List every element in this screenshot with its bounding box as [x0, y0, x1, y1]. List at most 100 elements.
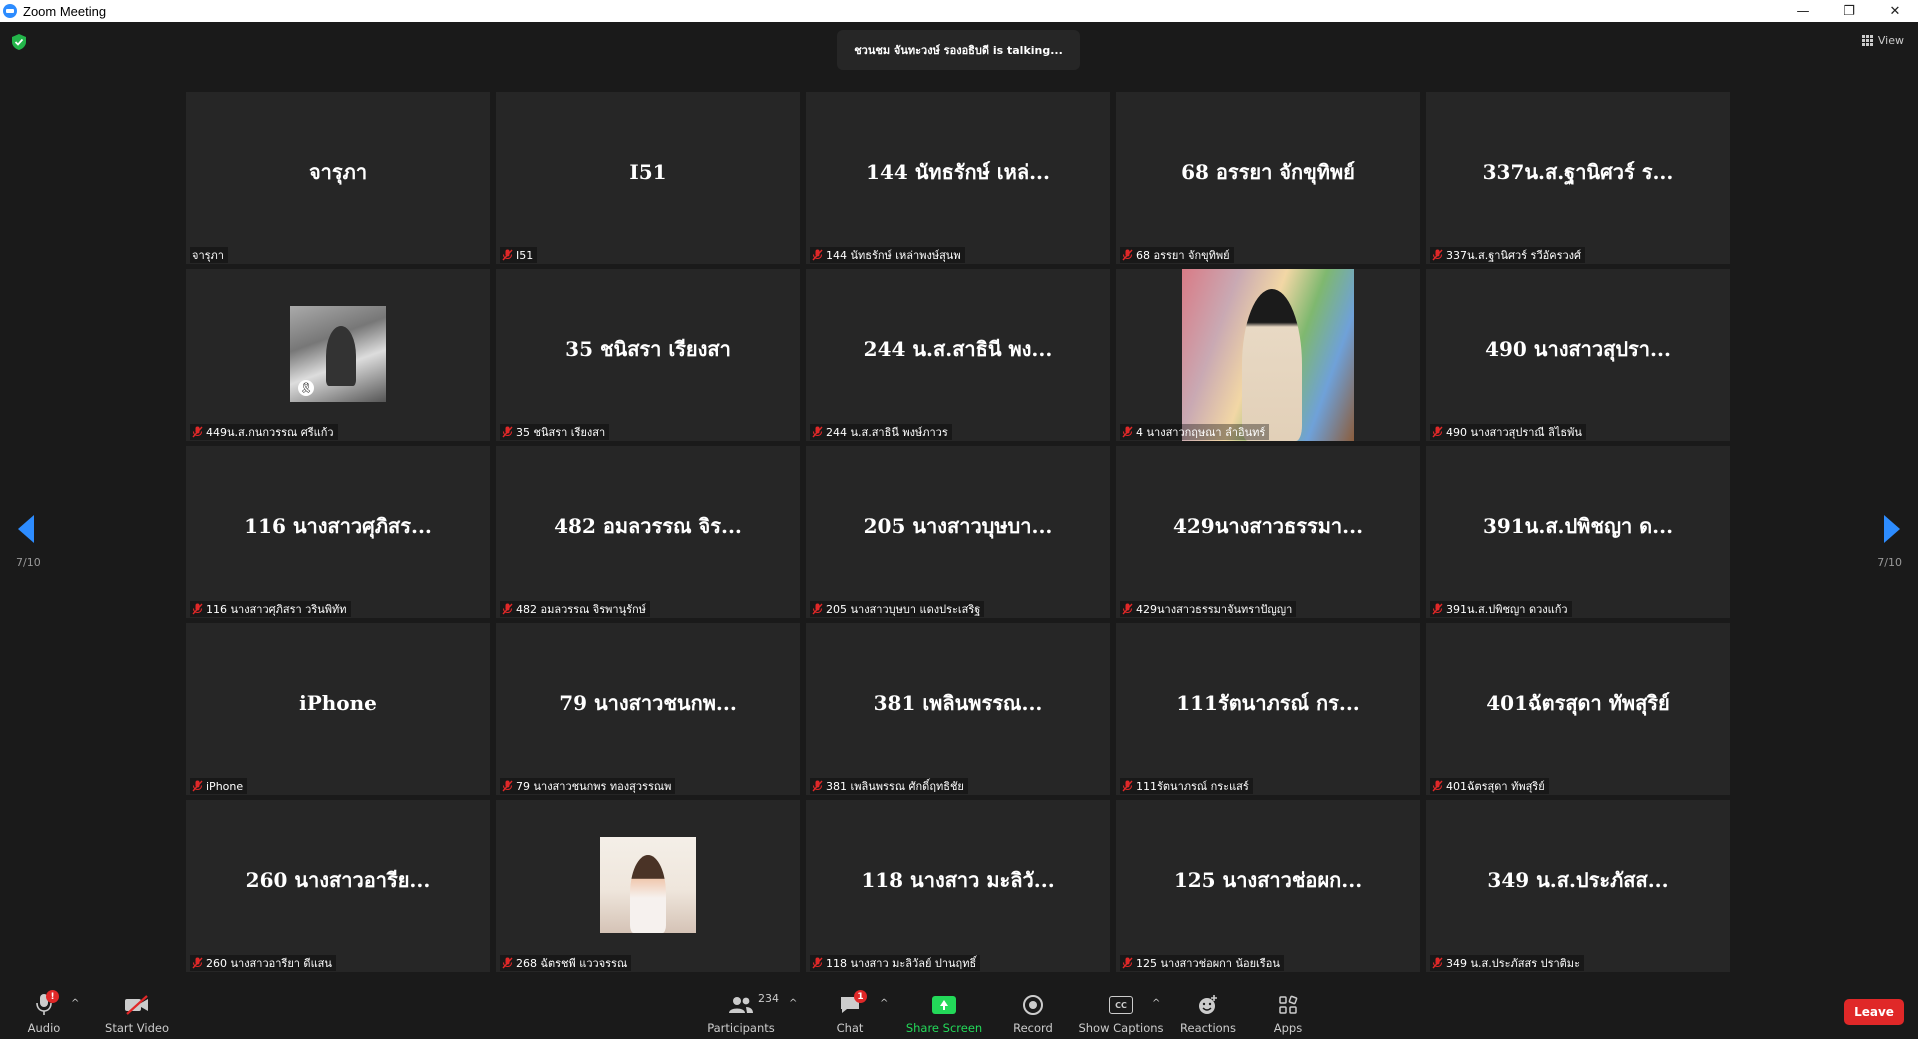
muted-mic-icon: [812, 957, 823, 969]
muted-mic-icon: [1432, 603, 1443, 615]
participant-tile[interactable]: 68 อรรยา จักขุทิพย์ 68 อรรยา จักขุทิพย์: [1116, 92, 1420, 264]
window-title: Zoom Meeting: [23, 3, 107, 19]
participant-name-caption: 111รัตนาภรณ์ กระแสร์: [1120, 778, 1253, 794]
participant-tile[interactable]: 4 นางสาวกฤษณา ลำอินทร์: [1116, 269, 1420, 441]
participant-tile[interactable]: 490 นางสาวสุปรา... 490 นางสาวสุปราณี ลิไธ…: [1426, 269, 1730, 441]
participant-tile[interactable]: 260 นางสาวอารีย... 260 นางสาวอารียา ดีแสน: [186, 800, 490, 972]
restore-button[interactable]: ❐: [1826, 0, 1872, 22]
share-screen-icon: [932, 996, 956, 1014]
participant-tile[interactable]: 🎗 449น.ส.กนกวรรณ ศรีแก้ว: [186, 269, 490, 441]
muted-mic-icon: [192, 780, 203, 792]
participant-tile[interactable]: 116 นางสาวศุภิสร... 116 นางสาวศุภิสรา วริ…: [186, 446, 490, 618]
caption-text: 381 เพลินพรรณ ศักดิ์ฤทธิชัย: [826, 780, 964, 793]
caption-text: 349 น.ส.ประภัสสร ปราติมะ: [1446, 957, 1580, 970]
participant-name-caption: 268 ฉัตรชพี แววจรรณ: [500, 955, 632, 971]
audio-button[interactable]: ! Audio: [24, 984, 64, 1039]
muted-mic-icon: [192, 957, 203, 969]
caption-text: 116 นางสาวศุภิสรา วรินพิทัท: [206, 603, 347, 616]
participant-display-name: 35 ชนิสรา เรียงสา: [565, 337, 731, 361]
caption-text: iPhone: [206, 779, 244, 793]
participant-display-name: 490 นางสาวสุปรา...: [1485, 337, 1671, 361]
record-button[interactable]: Record: [1010, 984, 1056, 1039]
page-indicator-left: 7/10: [16, 556, 41, 569]
previous-page-arrow-icon[interactable]: [18, 515, 34, 543]
participant-name-caption: I51: [500, 247, 538, 263]
participant-name-caption: 337น.ส.ฐานิศวร์ รวีอัครวงศ์: [1430, 247, 1586, 263]
participant-display-name: 482 อมลวรรณ จิร...: [554, 514, 742, 538]
participant-name-caption: 68 อรรยา จักขุทิพย์: [1120, 247, 1234, 263]
close-button[interactable]: ✕: [1872, 0, 1918, 22]
participant-name-caption: 449น.ส.กนกวรรณ ศรีแก้ว: [190, 424, 338, 440]
reactions-button[interactable]: Reactions: [1180, 984, 1236, 1039]
participant-tile[interactable]: 205 นางสาวบุษบา... 205 นางสาวบุษบา แดงประ…: [806, 446, 1110, 618]
window-titlebar: Zoom Meeting — ❐ ✕: [0, 0, 1918, 22]
participant-tile[interactable]: 429นางสาวธรรมา... 429นางสาวธรรมาจันทราปัญ…: [1116, 446, 1420, 618]
participants-icon: 234: [728, 992, 779, 1018]
muted-mic-icon: [1432, 957, 1443, 969]
participant-tile[interactable]: 79 นางสาวชนกพ... 79 นางสาวชนกพร ทองสุวรรณ…: [496, 623, 800, 795]
participants-options-caret-icon[interactable]: ^: [789, 998, 797, 1009]
muted-mic-icon: [1432, 249, 1443, 261]
minimize-button[interactable]: —: [1780, 0, 1826, 22]
participant-display-name: 118 นางสาว มะลิวั...: [861, 868, 1055, 892]
leave-button[interactable]: Leave: [1844, 999, 1904, 1025]
participant-tile[interactable]: 391น.ส.ปพิชญา ด... 391น.ส.ปพิชญา ดวงแก้ว: [1426, 446, 1730, 618]
participant-tile[interactable]: 337น.ส.ฐานิศวร์ ร... 337น.ส.ฐานิศวร์ รวีอ…: [1426, 92, 1730, 264]
participant-name-caption: 349 น.ส.ประภัสสร ปราติมะ: [1430, 955, 1584, 971]
participant-tile[interactable]: 144 นัทธรักษ์ เหล่... 144 นัทธรักษ์ เหล่า…: [806, 92, 1110, 264]
apps-label: Apps: [1273, 1021, 1303, 1035]
muted-mic-icon: [1122, 780, 1133, 792]
participant-tile[interactable]: I51 I51: [496, 92, 800, 264]
participant-name-caption: 401ฉัตรสุดา ทัพสุริย์: [1430, 778, 1549, 794]
view-label: View: [1877, 34, 1904, 47]
muted-mic-icon: [812, 426, 823, 438]
muted-mic-icon: [502, 603, 513, 615]
participant-tile[interactable]: 35 ชนิสรา เรียงสา 35 ชนิสรา เรียงสา: [496, 269, 800, 441]
show-captions-button[interactable]: CC Show Captions: [1078, 984, 1164, 1039]
record-icon: [1023, 995, 1043, 1015]
reactions-icon: [1197, 992, 1219, 1018]
participant-name-caption: 205 นางสาวบุษบา แดงประเสริฐ: [810, 601, 985, 617]
participant-tile[interactable]: 111รัตนาภรณ์ กร... 111รัตนาภรณ์ กระแสร์: [1116, 623, 1420, 795]
captions-options-caret-icon[interactable]: ^: [1152, 998, 1160, 1009]
chat-options-caret-icon[interactable]: ^: [880, 998, 888, 1009]
participant-tile[interactable]: 381 เพลินพรรณ... 381 เพลินพรรณ ศักดิ์ฤทธิ…: [806, 623, 1110, 795]
caption-text: 391น.ส.ปพิชญา ดวงแก้ว: [1446, 603, 1568, 616]
participant-tile[interactable]: 349 น.ส.ประภัสส... 349 น.ส.ประภัสสร ปราติ…: [1426, 800, 1730, 972]
next-page-arrow-icon[interactable]: [1884, 515, 1900, 543]
participant-display-name: จารุภา: [308, 160, 368, 184]
share-screen-button[interactable]: Share Screen: [906, 984, 982, 1039]
apps-button[interactable]: Apps: [1272, 984, 1304, 1039]
participant-name-caption: จารุภา: [190, 247, 228, 263]
participant-name-caption: 144 นัทธรักษ์ เหล่าพงษ์สุนพ: [810, 247, 965, 263]
captions-icon-wrap: CC: [1109, 992, 1133, 1018]
participant-video-image: [600, 837, 696, 933]
record-icon-wrap: [1023, 992, 1043, 1018]
participant-name-caption: 482 อมลวรรณ จิรพานุรักษ์: [500, 601, 650, 617]
audio-options-caret-icon[interactable]: ^: [71, 998, 79, 1009]
participant-tile[interactable]: 118 นางสาว มะลิวั... 118 นางสาว มะลิวัลย์…: [806, 800, 1110, 972]
participant-name-caption: 116 นางสาวศุภิสรา วรินพิทัท: [190, 601, 351, 617]
participant-name-caption: 118 นางสาว มะลิวัลย์ ปานฤทธิ์: [810, 955, 981, 971]
view-button[interactable]: View: [1861, 34, 1904, 47]
caption-text: 268 ฉัตรชพี แววจรรณ: [516, 957, 628, 970]
participant-display-name: 111รัตนาภรณ์ กร...: [1176, 691, 1360, 715]
participant-tile[interactable]: 125 นางสาวช่อผก... 125 นางสาวช่อผกา น้อยเ…: [1116, 800, 1420, 972]
caption-text: 260 นางสาวอารียา ดีแสน: [206, 957, 332, 970]
chat-button[interactable]: 1 Chat: [828, 984, 872, 1039]
participant-tile[interactable]: 244 น.ส.สาธินี พง... 244 น.ส.สาธินี พงษ์ภ…: [806, 269, 1110, 441]
participant-display-name: iPhone: [299, 691, 377, 715]
security-shield-icon[interactable]: [12, 34, 26, 50]
muted-mic-icon: [1122, 603, 1133, 615]
participant-name-caption: 381 เพลินพรรณ ศักดิ์ฤทธิชัย: [810, 778, 968, 794]
muted-mic-icon: [192, 426, 203, 438]
participant-tile[interactable]: iPhone iPhone: [186, 623, 490, 795]
muted-mic-icon: [502, 249, 513, 261]
caption-text: 79 นางสาวชนกพร ทองสุวรรณพ: [516, 780, 672, 793]
start-video-button[interactable]: Start Video: [104, 984, 170, 1039]
participant-tile[interactable]: 482 อมลวรรณ จิร... 482 อมลวรรณ จิรพานุรัก…: [496, 446, 800, 618]
participant-tile[interactable]: จารุภา จารุภา: [186, 92, 490, 264]
participant-tile[interactable]: 268 ฉัตรชพี แววจรรณ: [496, 800, 800, 972]
participants-button[interactable]: 234 Participants: [707, 984, 779, 1039]
participant-tile[interactable]: 401ฉัตรสุดา ทัพสุริย์ 401ฉัตรสุดา ทัพสุริ…: [1426, 623, 1730, 795]
